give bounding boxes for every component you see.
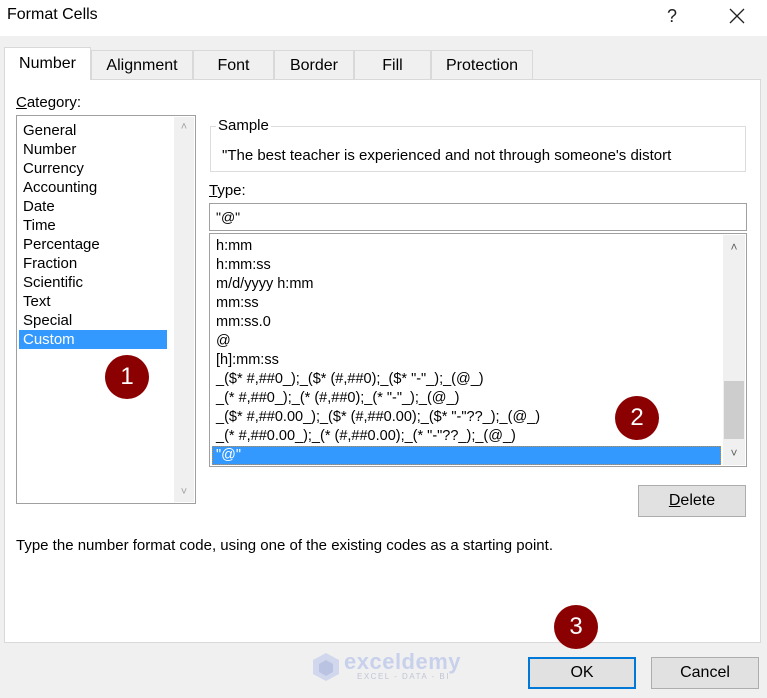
sample-legend: Sample bbox=[216, 117, 271, 134]
sample-text: "The best teacher is experienced and not… bbox=[222, 147, 672, 164]
category-item-special[interactable]: Special bbox=[19, 311, 167, 330]
category-item-number[interactable]: Number bbox=[19, 140, 167, 159]
scroll-up-icon[interactable]: ˄ bbox=[174, 121, 194, 133]
delete-label: elete bbox=[680, 492, 716, 509]
step-badge-2: 2 bbox=[615, 396, 659, 440]
category-item-custom[interactable]: Custom bbox=[19, 330, 167, 349]
watermark-tagline: EXCEL - DATA - BI bbox=[357, 672, 450, 681]
dialog-title: Format Cells bbox=[7, 6, 98, 23]
tab-protection[interactable]: Protection bbox=[431, 50, 533, 79]
category-scrollbar[interactable]: ˄ ˅ bbox=[174, 117, 194, 502]
step-badge-1: 1 bbox=[105, 355, 149, 399]
category-item-text[interactable]: Text bbox=[19, 292, 167, 311]
category-item-date[interactable]: Date bbox=[19, 197, 167, 216]
tab-font[interactable]: Font bbox=[193, 50, 274, 79]
format-item[interactable]: h:mm:ss bbox=[212, 256, 721, 275]
category-item-fraction[interactable]: Fraction bbox=[19, 254, 167, 273]
delete-accesskey: D bbox=[668, 492, 681, 509]
category-label-text: ategory: bbox=[26, 94, 82, 111]
tab-border[interactable]: Border bbox=[274, 50, 354, 79]
delete-button[interactable]: Delete bbox=[638, 485, 746, 517]
format-item-selected[interactable]: "@" bbox=[212, 446, 721, 465]
tab-alignment[interactable]: Alignment bbox=[91, 50, 193, 79]
category-item-currency[interactable]: Currency bbox=[19, 159, 167, 178]
category-item-general[interactable]: General bbox=[19, 121, 167, 140]
format-item[interactable]: h:mm bbox=[212, 237, 721, 256]
description-text: Type the number format code, using one o… bbox=[16, 537, 553, 554]
format-item[interactable]: m/d/yyyy h:mm bbox=[212, 275, 721, 294]
category-item-accounting[interactable]: Accounting bbox=[19, 178, 167, 197]
format-item[interactable]: [h]:mm:ss bbox=[212, 351, 721, 370]
scrollbar-thumb[interactable] bbox=[724, 381, 744, 439]
tab-number[interactable]: Number bbox=[4, 47, 91, 80]
category-item-percentage[interactable]: Percentage bbox=[19, 235, 167, 254]
scroll-down-icon[interactable]: ˅ bbox=[174, 486, 194, 498]
category-label: Category: bbox=[16, 94, 81, 111]
scroll-down-icon[interactable]: ˅ bbox=[723, 446, 745, 460]
close-button[interactable] bbox=[722, 3, 752, 29]
category-label-accesskey: C bbox=[16, 94, 27, 111]
tab-fill[interactable]: Fill bbox=[354, 50, 431, 79]
step-badge-3: 3 bbox=[554, 605, 598, 649]
format-item[interactable]: mm:ss bbox=[212, 294, 721, 313]
category-item-scientific[interactable]: Scientific bbox=[19, 273, 167, 292]
category-list[interactable]: General Number Currency Accounting Date … bbox=[16, 115, 196, 504]
title-bar: Format Cells ? bbox=[0, 0, 767, 36]
close-icon bbox=[729, 8, 745, 24]
exceldemy-watermark: exceldemy EXCEL - DATA - BI bbox=[312, 649, 461, 684]
type-list-scrollbar[interactable]: ˄ ˅ bbox=[723, 235, 745, 465]
type-input[interactable]: "@" bbox=[209, 203, 747, 231]
format-item[interactable]: _($* #,##0_);_($* (#,##0);_($* "-"_);_(@… bbox=[212, 370, 721, 389]
format-item[interactable]: @ bbox=[212, 332, 721, 351]
exceldemy-logo-icon bbox=[313, 653, 339, 681]
type-label-text: ype: bbox=[217, 182, 246, 199]
help-button[interactable]: ? bbox=[660, 3, 684, 29]
cancel-button[interactable]: Cancel bbox=[651, 657, 759, 689]
ok-button[interactable]: OK bbox=[528, 657, 636, 689]
type-format-list[interactable]: h:mm h:mm:ss m/d/yyyy h:mm mm:ss mm:ss.0… bbox=[209, 233, 747, 467]
scroll-up-icon[interactable]: ˄ bbox=[723, 240, 745, 254]
format-item[interactable]: mm:ss.0 bbox=[212, 313, 721, 332]
type-label: Type: bbox=[209, 182, 246, 199]
category-item-time[interactable]: Time bbox=[19, 216, 167, 235]
